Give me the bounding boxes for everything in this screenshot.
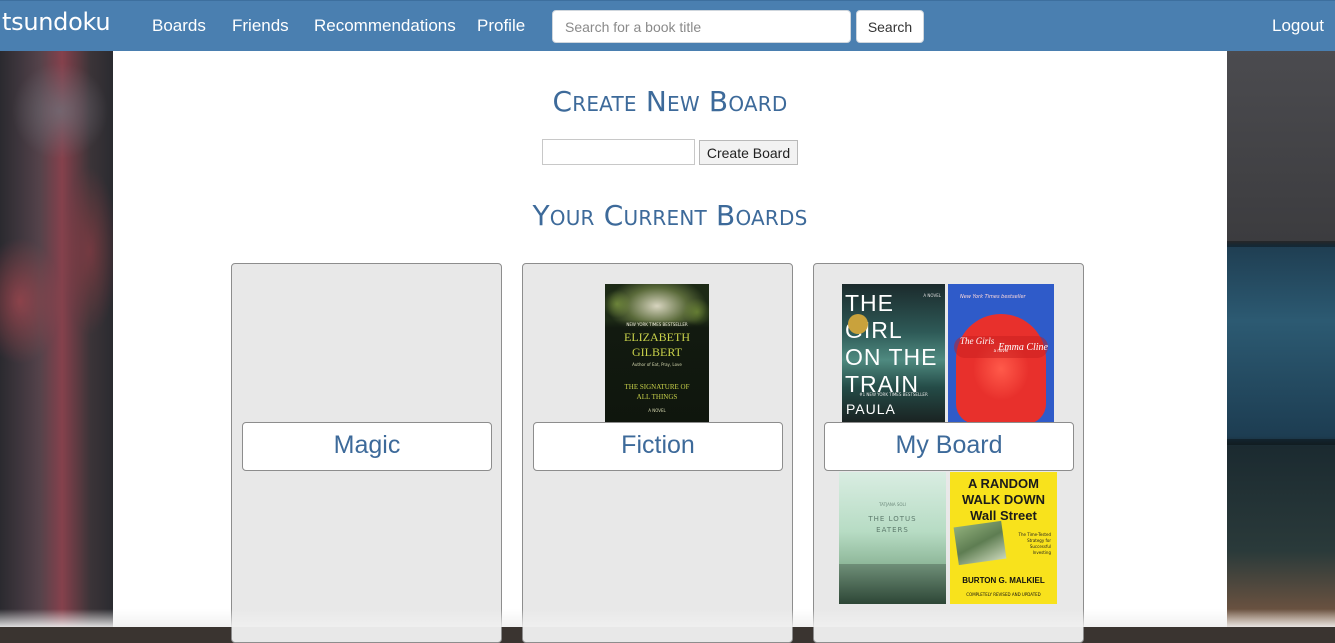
new-board-name-input[interactable] (542, 139, 695, 165)
search-button[interactable]: Search (856, 10, 924, 43)
current-boards-heading: Your Current Boards (532, 199, 808, 232)
nav-link-friends[interactable]: Friends (232, 16, 289, 36)
book-cover-signature-of-all-things[interactable]: NEW YORK TIMES BESTSELLER ELIZABETH GILB… (605, 284, 709, 422)
book-cover-the-girls[interactable]: New York Times bestseller The Girls a no… (948, 284, 1054, 422)
nav-link-profile[interactable]: Profile (477, 16, 525, 36)
board-name-label[interactable]: Magic (242, 422, 492, 471)
top-navbar: tsundoku Boards Friends Recommendations … (0, 0, 1335, 51)
main-content: Create New Board Create Board Your Curre… (113, 51, 1227, 643)
book-cover-random-walk-down-wall-street[interactable]: A RANDOM WALK DOWN Wall Street The Time-… (950, 472, 1057, 604)
brand-logo[interactable]: tsundoku (2, 8, 111, 36)
bookshelf-background-right (1227, 51, 1335, 627)
nav-link-recommendations[interactable]: Recommendations (314, 16, 456, 36)
nav-link-boards[interactable]: Boards (152, 16, 206, 36)
board-card-fiction[interactable]: NEW YORK TIMES BESTSELLER ELIZABETH GILB… (522, 263, 793, 643)
board-card-magic[interactable]: Magic (231, 263, 502, 643)
book-search-input[interactable] (552, 10, 851, 43)
create-board-heading: Create New Board (552, 85, 788, 118)
board-card-my-board[interactable]: THE GIRL ON THE TRAIN A NOVEL #1 NEW YOR… (813, 263, 1084, 643)
create-board-button[interactable]: Create Board (699, 140, 798, 165)
book-cover-girl-on-the-train[interactable]: THE GIRL ON THE TRAIN A NOVEL #1 NEW YOR… (842, 284, 945, 422)
book-cover-the-lotus-eaters[interactable]: THE LOTUS EATERS TATJANA SOLI (839, 472, 946, 604)
board-name-label[interactable]: My Board (824, 422, 1074, 471)
bookshelf-background-left (0, 51, 113, 627)
logout-link[interactable]: Logout (1272, 16, 1324, 36)
board-name-label[interactable]: Fiction (533, 422, 783, 471)
